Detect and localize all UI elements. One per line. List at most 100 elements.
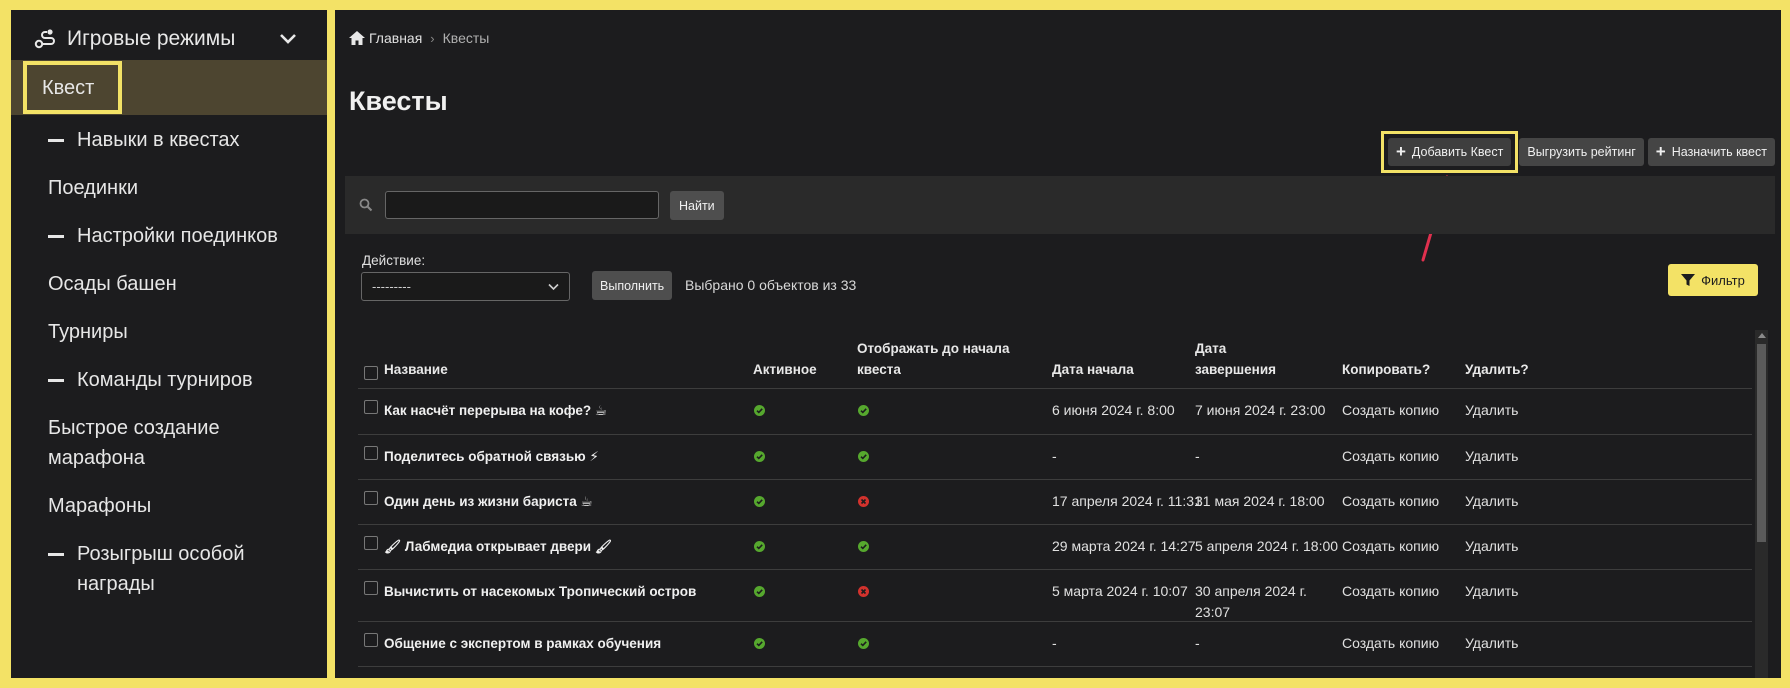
copy-link[interactable]: Создать копию [1342, 400, 1439, 421]
sidebar-group-game-modes[interactable]: Игровые режимы [11, 10, 327, 67]
sidebar-item-special-prize-draw[interactable]: Розыгрыш особой награды [11, 539, 327, 599]
scroll-up-arrow-icon[interactable] [1758, 333, 1766, 338]
row-checkbox[interactable] [364, 536, 378, 550]
sidebar-item-tower-sieges[interactable]: Осады башен [11, 269, 327, 299]
column-header-end-date[interactable]: Дата завершения [1195, 338, 1276, 380]
highlight-frame: + Добавить Квест [1380, 131, 1519, 173]
end-date: 7 июня 2024 г. 23:00 [1195, 402, 1326, 418]
sidebar-item-quest[interactable]: Квест [11, 60, 327, 115]
table-row: 🖌 Лабмедиа открывает двери 🖌 29 марта 202… [358, 525, 1752, 570]
sidebar-group-label: Игровые режимы [67, 26, 236, 50]
action-select[interactable]: --------- [361, 272, 570, 301]
sidebar-item-quest-skills[interactable]: Навыки в квестах [11, 125, 327, 155]
table-scrollbar[interactable] [1755, 330, 1768, 678]
start-date: - [1052, 448, 1057, 464]
column-header-active[interactable]: Активное [753, 359, 817, 380]
plus-icon: + [1655, 142, 1666, 161]
copy-link[interactable]: Создать копию [1342, 536, 1439, 557]
end-date: - [1195, 635, 1200, 651]
search-input[interactable] [385, 191, 659, 219]
quest-name-link[interactable]: Общение с экспертом в рамках обучения [384, 633, 661, 654]
table-header-row: Название Активное Отображать до начала к… [358, 330, 1752, 389]
row-checkbox[interactable] [364, 633, 378, 647]
select-all-checkbox[interactable] [364, 366, 378, 380]
delete-link[interactable]: Удалить [1465, 446, 1518, 467]
delete-link[interactable]: Удалить [1465, 581, 1518, 602]
quest-name-link[interactable]: Как насчёт перерыва на кофе? ☕ [384, 400, 607, 421]
column-header-delete: Удалить? [1465, 362, 1529, 377]
sidebar-item-duel-settings[interactable]: Настройки поединков [11, 221, 327, 251]
run-action-button[interactable]: Выполнить [592, 271, 673, 300]
add-quest-button[interactable]: + Добавить Квест [1387, 138, 1512, 166]
start-date: 17 апреля 2024 г. 11:31 [1052, 493, 1202, 509]
copy-link[interactable]: Создать копию [1342, 446, 1439, 467]
check-circle-icon [754, 541, 765, 552]
main-content: Главная › Квесты Квесты + Добавить Квест… [335, 10, 1781, 678]
check-circle-icon [754, 405, 765, 416]
find-button[interactable]: Найти [670, 191, 724, 220]
row-checkbox[interactable] [364, 446, 378, 460]
table-body: Как насчёт перерыва на кофе? ☕ 6 июня 202… [358, 389, 1752, 667]
check-circle-icon [754, 451, 765, 462]
copy-link[interactable]: Создать копию [1342, 491, 1439, 512]
column-header-name[interactable]: Название [384, 359, 448, 380]
delete-link[interactable]: Удалить [1465, 491, 1518, 512]
page-title: Квесты [349, 86, 448, 116]
sidebar-item-tournaments[interactable]: Турниры [11, 317, 327, 347]
row-checkbox[interactable] [364, 581, 378, 595]
start-date: 6 июня 2024 г. 8:00 [1052, 402, 1175, 418]
check-circle-icon [858, 451, 869, 462]
results-table: Название Активное Отображать до начала к… [358, 330, 1752, 667]
breadcrumb: Главная › Квесты [349, 30, 489, 46]
row-checkbox[interactable] [364, 400, 378, 414]
copy-link[interactable]: Создать копию [1342, 581, 1439, 602]
breadcrumb-home-link[interactable]: Главная [369, 30, 422, 46]
breadcrumb-separator: › [430, 30, 435, 46]
table-row: Как насчёт перерыва на кофе? ☕ 6 июня 202… [358, 389, 1752, 435]
copy-link[interactable]: Создать копию [1342, 633, 1439, 654]
check-circle-icon [858, 638, 869, 649]
column-header-show-before[interactable]: Отображать до начала квеста [857, 338, 1010, 380]
sidebar-item-label: Поединки [48, 177, 138, 199]
delete-link[interactable]: Удалить [1465, 400, 1518, 421]
quest-name-link[interactable]: 🖌 Лабмедиа открывает двери 🖌 [384, 536, 612, 557]
export-rating-button[interactable]: Выгрузить рейтинг [1519, 138, 1644, 166]
check-circle-icon [754, 496, 765, 507]
quest-name-link[interactable]: Вычистить от насекомых Тропический остро… [384, 581, 696, 602]
delete-link[interactable]: Удалить [1465, 536, 1518, 557]
quest-name-link[interactable]: Поделитесь обратной связью ⚡ [384, 446, 599, 467]
header-line: завершения [1195, 362, 1277, 377]
plus-icon: + [1395, 142, 1406, 161]
add-quest-label: Добавить Квест [1411, 145, 1504, 159]
table-row: Вычистить от насекомых Тропический остро… [358, 570, 1752, 622]
filter-button[interactable]: Фильтр [1668, 264, 1758, 296]
header-line: Дата [1195, 341, 1227, 356]
start-date: 5 марта 2024 г. 10:07 [1052, 583, 1188, 599]
chevron-down-icon [548, 283, 559, 291]
delete-link[interactable]: Удалить [1465, 633, 1518, 654]
sidebar-item-label: Осады башен [48, 273, 177, 295]
quest-name-link[interactable]: Один день из жизни бариста ☕ [384, 491, 593, 512]
check-circle-icon [858, 405, 869, 416]
sidebar-item-label: Быстрое создание марафона [48, 417, 220, 469]
sub-item-dash [48, 139, 64, 142]
sidebar-item-quick-marathon[interactable]: Быстрое создание марафона [11, 413, 327, 473]
sub-item-dash [48, 553, 64, 556]
table-row: Общение с экспертом в рамках обучения - - С… [358, 622, 1752, 667]
sidebar-item-marathons[interactable]: Марафоны [11, 491, 327, 521]
column-header-start-date[interactable]: Дата начала [1052, 359, 1134, 380]
sidebar-item-duels[interactable]: Поединки [11, 173, 327, 203]
row-checkbox[interactable] [364, 491, 378, 505]
filter-icon [1681, 274, 1696, 286]
sidebar-item-tournament-teams[interactable]: Команды турниров [11, 365, 327, 395]
sidebar-item-label: Розыгрыш особой награды [77, 543, 245, 595]
check-circle-icon [754, 586, 765, 597]
search-toolbar: Найти [345, 176, 1775, 234]
assign-quest-button[interactable]: + Назначить квест [1647, 138, 1775, 166]
chevron-down-icon[interactable] [279, 33, 297, 45]
scrollbar-thumb[interactable] [1757, 344, 1766, 542]
home-icon[interactable] [349, 31, 365, 45]
sidebar-item-label: Марафоны [48, 495, 152, 517]
breadcrumb-current: Квесты [442, 30, 490, 46]
action-label: Действие: [362, 253, 426, 268]
